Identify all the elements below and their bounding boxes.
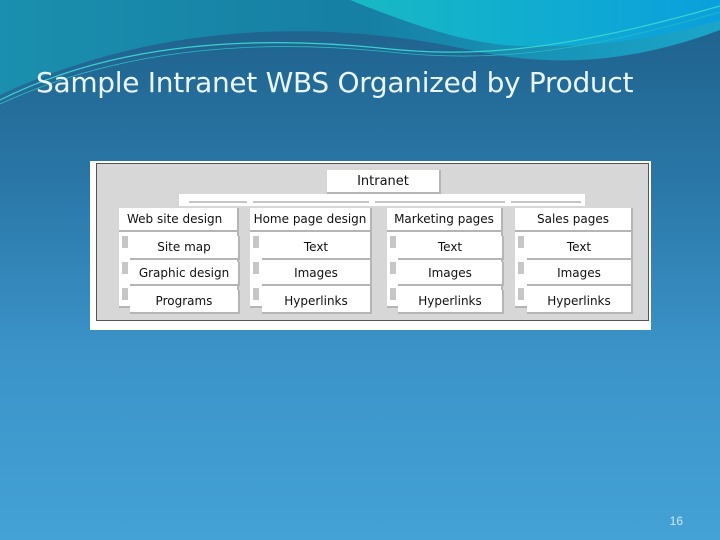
tree-stub [390,262,396,274]
slide: Sample Intranet WBS Organized by Product… [0,0,720,540]
slide-title: Sample Intranet WBS Organized by Product [36,66,634,99]
connector-segment [375,201,505,203]
wbs-leaf-node: Images [262,262,372,286]
wbs-group-node: Web site design [119,208,239,232]
wbs-leaf-node: Site map [130,236,240,260]
tree-stub [122,236,128,248]
wbs-leaf-node: Graphic design [130,262,240,286]
tree-stub [253,288,259,300]
wbs-leaf-node: Text [262,236,372,260]
slide-page-number: 16 [669,514,683,528]
tree-stub [122,262,128,274]
wbs-leaf-node: Hyperlinks [527,290,633,314]
wbs-leaf-node: Images [527,262,633,286]
tree-stub [390,236,396,248]
connector-segment [511,201,581,203]
wbs-leaf-node: Text [527,236,633,260]
tree-stub [518,288,524,300]
wbs-diagram: Intranet Web site design Site map Graphi… [90,161,651,330]
wbs-group-node: Marketing pages [387,208,503,232]
connector-segment [189,201,247,203]
wbs-leaf-node: Hyperlinks [398,290,504,314]
tree-stub [518,236,524,248]
tree-stub [390,288,396,300]
root-connector [179,194,585,206]
wbs-group-node: Sales pages [515,208,633,232]
tree-stub [122,288,128,300]
wbs-leaf-node: Programs [130,290,240,314]
wbs-root-node: Intranet [327,170,441,194]
header-wave-decoration [0,0,720,105]
wbs-panel: Intranet Web site design Site map Graphi… [96,163,649,321]
wbs-group-node: Home page design [250,208,372,232]
tree-stub [253,236,259,248]
wbs-leaf-node: Images [398,262,504,286]
tree-stub [518,262,524,274]
wbs-leaf-node: Text [398,236,504,260]
tree-stub [253,262,259,274]
connector-segment [253,201,369,203]
wbs-leaf-node: Hyperlinks [262,290,372,314]
